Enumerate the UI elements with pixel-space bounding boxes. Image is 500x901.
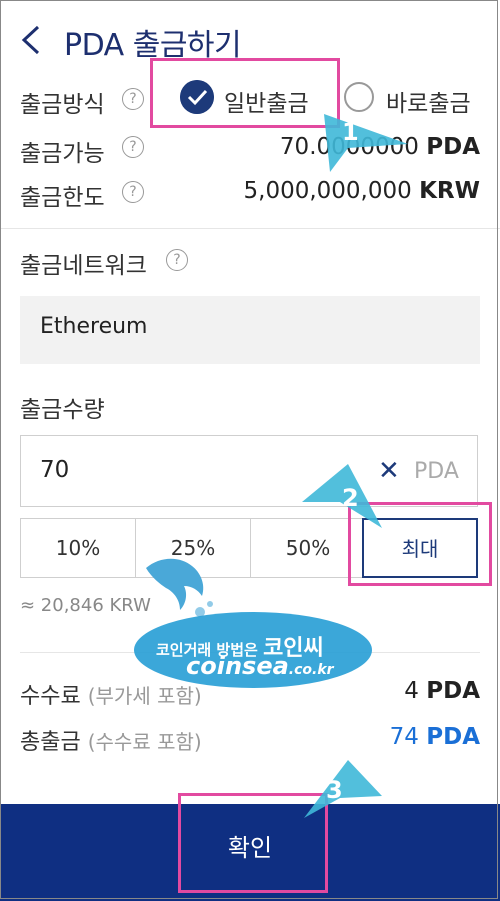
limit-unit: KRW xyxy=(419,178,480,204)
help-icon[interactable]: ? xyxy=(122,181,144,203)
step-2-label: 2 xyxy=(342,484,359,512)
limit-label: 출금한도 xyxy=(20,185,105,211)
divider xyxy=(0,228,500,229)
quantity-value: 70 xyxy=(40,457,70,483)
quantity-unit: PDA xyxy=(414,459,459,484)
network-value: Ethereum xyxy=(40,314,148,339)
percent-10-button[interactable]: 10% xyxy=(20,518,136,578)
limit-amount: 5,000,000,000 xyxy=(243,178,412,204)
limit-value: 5,000,000,000 KRW xyxy=(244,178,481,204)
total-amount: 74 xyxy=(389,724,419,750)
watermark-line2: coinsea.co.kr xyxy=(186,652,334,680)
back-arrow-icon[interactable] xyxy=(18,24,44,56)
total-label: 총출금 (수수료 포함) xyxy=(20,724,202,756)
total-note: (수수료 포함) xyxy=(87,730,202,754)
total-title: 총출금 xyxy=(20,730,81,755)
available-label: 출금가능 xyxy=(20,141,105,167)
fee-title: 수수료 xyxy=(20,684,81,709)
step-1-label: 1 xyxy=(342,118,359,146)
step-1-arrow-icon xyxy=(324,114,408,172)
fee-value: 4 PDA xyxy=(404,678,480,704)
krw-approx: ≈ 20,846 KRW xyxy=(20,595,151,616)
quantity-label: 출금수량 xyxy=(20,397,105,423)
help-icon[interactable]: ? xyxy=(122,136,144,158)
fee-label: 수수료 (부가세 포함) xyxy=(20,678,202,710)
dolphin-icon xyxy=(146,558,213,617)
method-label: 출금방식 xyxy=(20,92,105,118)
network-label: 출금네트워크 xyxy=(20,253,147,279)
quantity-input[interactable] xyxy=(20,435,478,507)
highlight-box-method xyxy=(150,58,340,128)
help-icon[interactable]: ? xyxy=(166,249,188,271)
total-unit: PDA xyxy=(426,724,480,750)
fee-note: (부가세 포함) xyxy=(87,684,202,708)
fee-amount: 4 xyxy=(404,678,419,704)
fee-unit: PDA xyxy=(426,678,480,704)
total-value: 74 PDA xyxy=(390,724,480,750)
help-icon[interactable]: ? xyxy=(122,88,144,110)
step-3-label: 3 xyxy=(326,776,343,804)
available-unit: PDA xyxy=(426,134,480,160)
